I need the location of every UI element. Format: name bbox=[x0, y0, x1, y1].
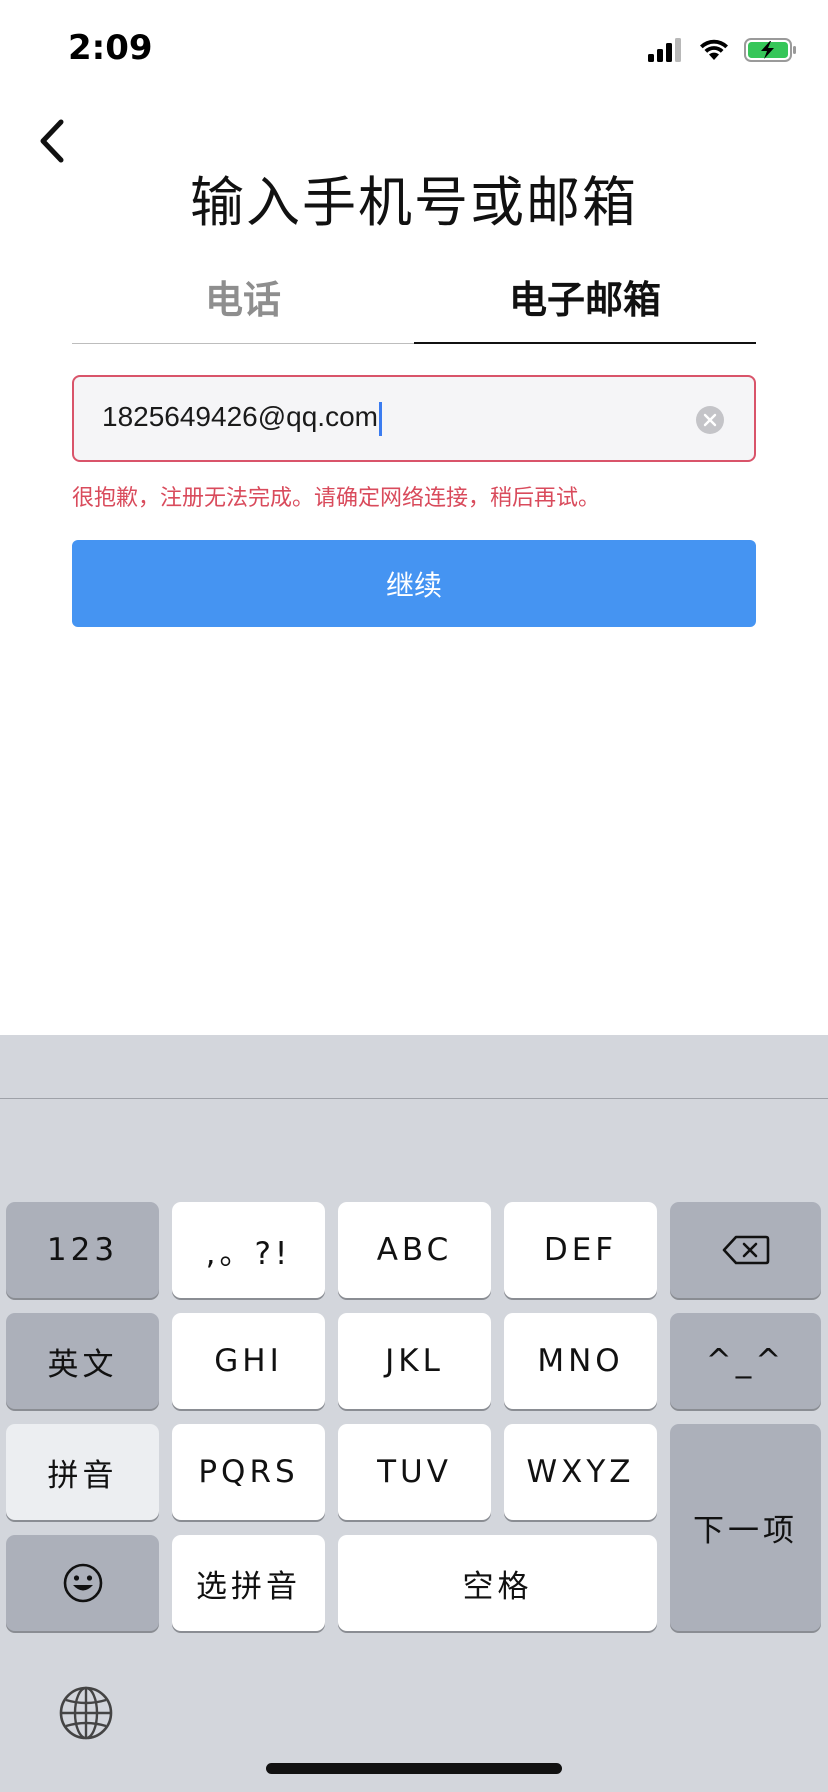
email-text: 1825649426@qq.com bbox=[102, 401, 378, 432]
key-english[interactable]: 英文 bbox=[6, 1313, 159, 1409]
key-delete[interactable] bbox=[670, 1202, 821, 1298]
status-time: 2:09 bbox=[68, 28, 153, 68]
keyboard-switch-button[interactable] bbox=[58, 1685, 114, 1741]
globe-icon bbox=[59, 1686, 113, 1740]
tab-phone[interactable]: 电话 bbox=[72, 260, 414, 344]
key-select-pinyin[interactable]: 选拼音 bbox=[172, 1535, 325, 1631]
emoji-icon bbox=[63, 1563, 102, 1603]
key-emoji[interactable] bbox=[6, 1535, 159, 1631]
key-punctuation[interactable]: ,。?! bbox=[172, 1202, 325, 1298]
key-ghi[interactable]: GHI bbox=[172, 1313, 325, 1409]
key-abc[interactable]: ABC bbox=[338, 1202, 491, 1298]
clear-input-button[interactable] bbox=[696, 406, 724, 434]
keyboard-candidate-divider bbox=[0, 1098, 828, 1099]
wifi-icon bbox=[700, 39, 728, 60]
key-space[interactable]: 空格 bbox=[338, 1535, 657, 1631]
text-caret bbox=[378, 401, 382, 436]
home-indicator bbox=[266, 1763, 562, 1774]
key-emoticon[interactable]: ^_^ bbox=[670, 1313, 821, 1409]
keyboard: 123 ,。?! ABC DEF 英文 GHI JKL MNO ^_^ 拼音 P… bbox=[0, 1035, 828, 1792]
delete-icon bbox=[722, 1235, 769, 1265]
cellular-signal-icon bbox=[648, 38, 681, 62]
page-title: 输入手机号或邮箱 bbox=[190, 171, 638, 234]
email-field-value: 1825649426@qq.com bbox=[102, 401, 382, 436]
error-message: 很抱歉，注册无法完成。请确定网络连接，稍后再试。 bbox=[72, 486, 601, 511]
login-method-tabs: 电话 电子邮箱 bbox=[72, 260, 756, 344]
status-icons bbox=[648, 34, 798, 66]
email-field[interactable]: 1825649426@qq.com bbox=[72, 375, 756, 462]
key-pinyin[interactable]: 拼音 bbox=[6, 1424, 159, 1520]
clear-icon bbox=[703, 413, 717, 427]
key-wxyz[interactable]: WXYZ bbox=[504, 1424, 657, 1520]
key-mno[interactable]: MNO bbox=[504, 1313, 657, 1409]
continue-button[interactable]: 继续 bbox=[72, 540, 756, 627]
key-numbers[interactable]: 123 bbox=[6, 1202, 159, 1298]
key-pqrs[interactable]: PQRS bbox=[172, 1424, 325, 1520]
tab-email[interactable]: 电子邮箱 bbox=[414, 260, 756, 344]
key-tuv[interactable]: TUV bbox=[338, 1424, 491, 1520]
key-jkl[interactable]: JKL bbox=[338, 1313, 491, 1409]
battery-charging-icon bbox=[744, 38, 796, 62]
key-def[interactable]: DEF bbox=[504, 1202, 657, 1298]
status-bar: 2:09 bbox=[0, 0, 828, 100]
key-next[interactable]: 下一项 bbox=[670, 1424, 821, 1631]
